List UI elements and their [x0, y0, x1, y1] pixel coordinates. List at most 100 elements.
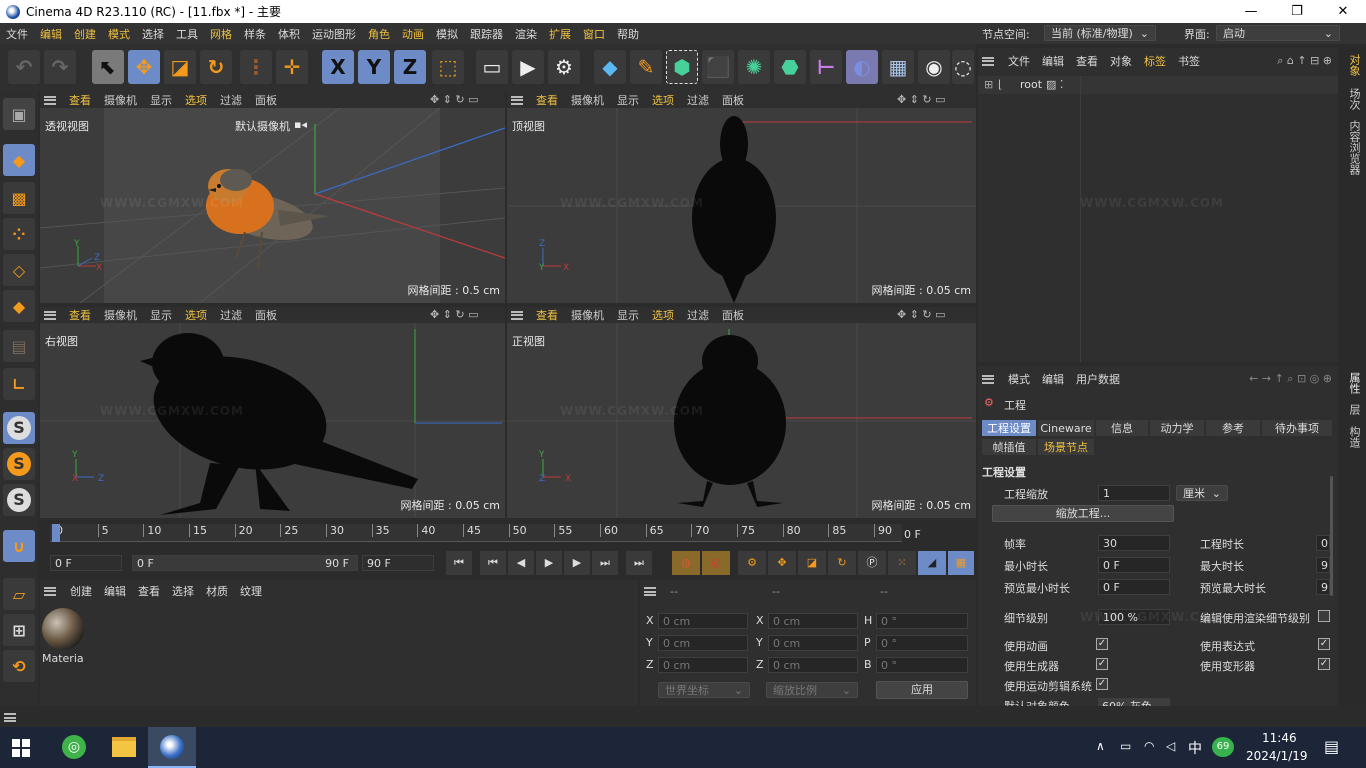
field-icon[interactable]: ◐: [846, 50, 878, 84]
prev-frame-icon[interactable]: ◀: [508, 551, 534, 575]
clock-date[interactable]: 2024/1/19: [1246, 749, 1308, 763]
axis-tool-icon[interactable]: ✛: [276, 50, 308, 84]
hamburger-icon[interactable]: [982, 56, 994, 66]
goto-start-icon[interactable]: ⏮: [446, 551, 472, 575]
project-scale-field[interactable]: 1: [1098, 485, 1170, 501]
vp-menu-filter[interactable]: 过滤: [220, 92, 242, 108]
max-frame-field[interactable]: 90 F: [362, 555, 434, 571]
current-frame-field[interactable]: 0 F: [50, 555, 122, 571]
duration-field[interactable]: 0: [1316, 535, 1330, 551]
top-viewport[interactable]: 查看 摄像机 显示 选项 过滤 面板 ✥ ⇕ ↻ ▭ 顶视图 Z X Y 网格间…: [507, 92, 976, 303]
battery-icon[interactable]: ▭: [1120, 739, 1131, 753]
volume-icon[interactable]: ◁: [1166, 739, 1175, 753]
scale-tool-icon[interactable]: ◪: [164, 50, 196, 84]
use-expressions-checkbox[interactable]: ✓: [1318, 638, 1330, 650]
parameter-key-icon[interactable]: Ⓟ: [858, 551, 886, 575]
attr-menu-userdata[interactable]: 用户数据: [1070, 371, 1126, 387]
cinema4d-taskbar-button[interactable]: [148, 727, 196, 768]
play-icon[interactable]: ▶: [536, 551, 562, 575]
tab-reference[interactable]: 参考: [1206, 420, 1260, 436]
vp-menu-view[interactable]: 查看: [536, 92, 558, 108]
windows-start-icon[interactable]: [12, 739, 30, 757]
z-axis-lock-icon[interactable]: Z: [394, 50, 426, 84]
lock-workplane-icon[interactable]: ⊞: [3, 614, 35, 646]
vp-menu-camera[interactable]: 摄像机: [104, 307, 137, 323]
prev-key-icon[interactable]: ⏮: [480, 551, 506, 575]
scale-key-icon[interactable]: ◪: [798, 551, 826, 575]
obj-menu-object[interactable]: 对象: [1104, 53, 1138, 69]
attr-scrollbar[interactable]: [1330, 476, 1333, 596]
snap-settings-icon[interactable]: S: [3, 448, 35, 480]
vp-menu-camera[interactable]: 摄像机: [571, 92, 604, 108]
undo-icon[interactable]: ↶: [8, 50, 40, 84]
hamburger-icon[interactable]: [4, 713, 16, 722]
next-key-icon[interactable]: ⏭: [592, 551, 618, 575]
rot-h-field[interactable]: 0 °: [876, 613, 968, 629]
mat-menu-view[interactable]: 查看: [132, 583, 166, 599]
magnet-icon[interactable]: ∪: [3, 530, 35, 562]
vp-menu-display[interactable]: 显示: [150, 307, 172, 323]
rotate-tool-icon[interactable]: ↻: [200, 50, 232, 84]
tab-scene-nodes[interactable]: 场景节点: [1038, 439, 1094, 455]
obj-menu-bookmarks[interactable]: 书签: [1172, 53, 1206, 69]
rot-p-field[interactable]: 0 °: [876, 635, 968, 651]
extrude-icon[interactable]: ⬛: [702, 50, 734, 84]
menu-animate[interactable]: 动画: [396, 26, 430, 42]
viewport-nav-icons[interactable]: ✥ ⇕ ↻ ▭: [897, 93, 946, 106]
menu-create[interactable]: 创建: [68, 26, 102, 42]
auto-keying-icon[interactable]: ◎: [702, 551, 730, 575]
vp-menu-display[interactable]: 显示: [617, 307, 639, 323]
use-animation-checkbox[interactable]: ✓: [1096, 638, 1108, 650]
expand-icon[interactable]: ⊞: [984, 78, 993, 91]
mat-menu-edit[interactable]: 编辑: [98, 583, 132, 599]
vp-menu-filter[interactable]: 过滤: [687, 92, 709, 108]
menu-spline[interactable]: 样条: [238, 26, 272, 42]
mograph-icon[interactable]: ⬣: [774, 50, 806, 84]
action-center-icon[interactable]: ▤: [1324, 737, 1339, 756]
menu-help[interactable]: 帮助: [611, 26, 645, 42]
mat-menu-texture[interactable]: 纹理: [234, 583, 268, 599]
polygons-mode-icon[interactable]: ◆: [3, 290, 35, 322]
vp-menu-display[interactable]: 显示: [617, 92, 639, 108]
planar-workplane-icon[interactable]: ⟲: [3, 650, 35, 682]
goto-end-icon[interactable]: ⏭: [626, 551, 652, 575]
deformer-icon[interactable]: ⊢: [810, 50, 842, 84]
uv-mode-icon[interactable]: ▤: [3, 330, 35, 362]
node-space-select[interactable]: 当前 (标准/物理) ⌄: [1044, 25, 1156, 41]
attr-menu-mode[interactable]: 模式: [1002, 371, 1036, 387]
obj-menu-tags[interactable]: 标签: [1138, 53, 1172, 69]
mat-menu-create[interactable]: 创建: [64, 583, 98, 599]
material-swatch[interactable]: Materia: [42, 608, 86, 666]
vp-menu-options[interactable]: 选项: [652, 92, 674, 108]
ime-indicator[interactable]: 中: [1188, 738, 1202, 758]
size-x-field[interactable]: 0 cm: [768, 613, 858, 629]
wifi-icon[interactable]: ◠: [1144, 739, 1154, 753]
points-mode-icon[interactable]: ⁘: [3, 218, 35, 250]
vp-menu-camera[interactable]: 摄像机: [104, 92, 137, 108]
y-axis-lock-icon[interactable]: Y: [358, 50, 390, 84]
rot-b-field[interactable]: 0 °: [876, 657, 968, 673]
viewport-nav-icons[interactable]: ✥ ⇕ ↻ ▭: [430, 93, 479, 106]
vp-menu-display[interactable]: 显示: [150, 92, 172, 108]
redo-icon[interactable]: ↷: [44, 50, 76, 84]
object-search-icons[interactable]: ⌕ ⌂ ↑ ⊟ ⊕: [1277, 54, 1332, 68]
tab-project-settings[interactable]: 工程设置: [982, 420, 1036, 436]
mat-menu-material[interactable]: 材质: [200, 583, 234, 599]
menu-file[interactable]: 文件: [0, 26, 34, 42]
obj-menu-edit[interactable]: 编辑: [1036, 53, 1070, 69]
perspective-viewport[interactable]: 查看 摄像机 显示 选项 过滤 面板 ✥ ⇕ ↻ ▭ 透视视图 默认摄像机 ▪◂…: [40, 92, 505, 303]
visibility-icon[interactable]: ▨ ⁚: [1046, 78, 1063, 91]
notification-badge[interactable]: 69: [1212, 737, 1234, 757]
side-tab-attributes[interactable]: 属性: [1346, 372, 1362, 394]
layout-select[interactable]: 启动 ⌄: [1216, 25, 1340, 41]
vp-menu-panel[interactable]: 面板: [255, 92, 277, 108]
apply-button[interactable]: 应用: [876, 681, 968, 699]
model-mode-icon[interactable]: ◆: [3, 144, 35, 176]
side-tab-takes[interactable]: 场次: [1346, 88, 1362, 110]
vp-menu-view[interactable]: 查看: [69, 92, 91, 108]
viewport-nav-icons[interactable]: ✥ ⇕ ↻ ▭: [430, 308, 479, 321]
hamburger-icon[interactable]: [511, 310, 523, 320]
vp-menu-filter[interactable]: 过滤: [687, 307, 709, 323]
world-coords-select[interactable]: 世界坐标 ⌄: [658, 682, 750, 698]
menu-mograph[interactable]: 运动图形: [306, 26, 362, 42]
